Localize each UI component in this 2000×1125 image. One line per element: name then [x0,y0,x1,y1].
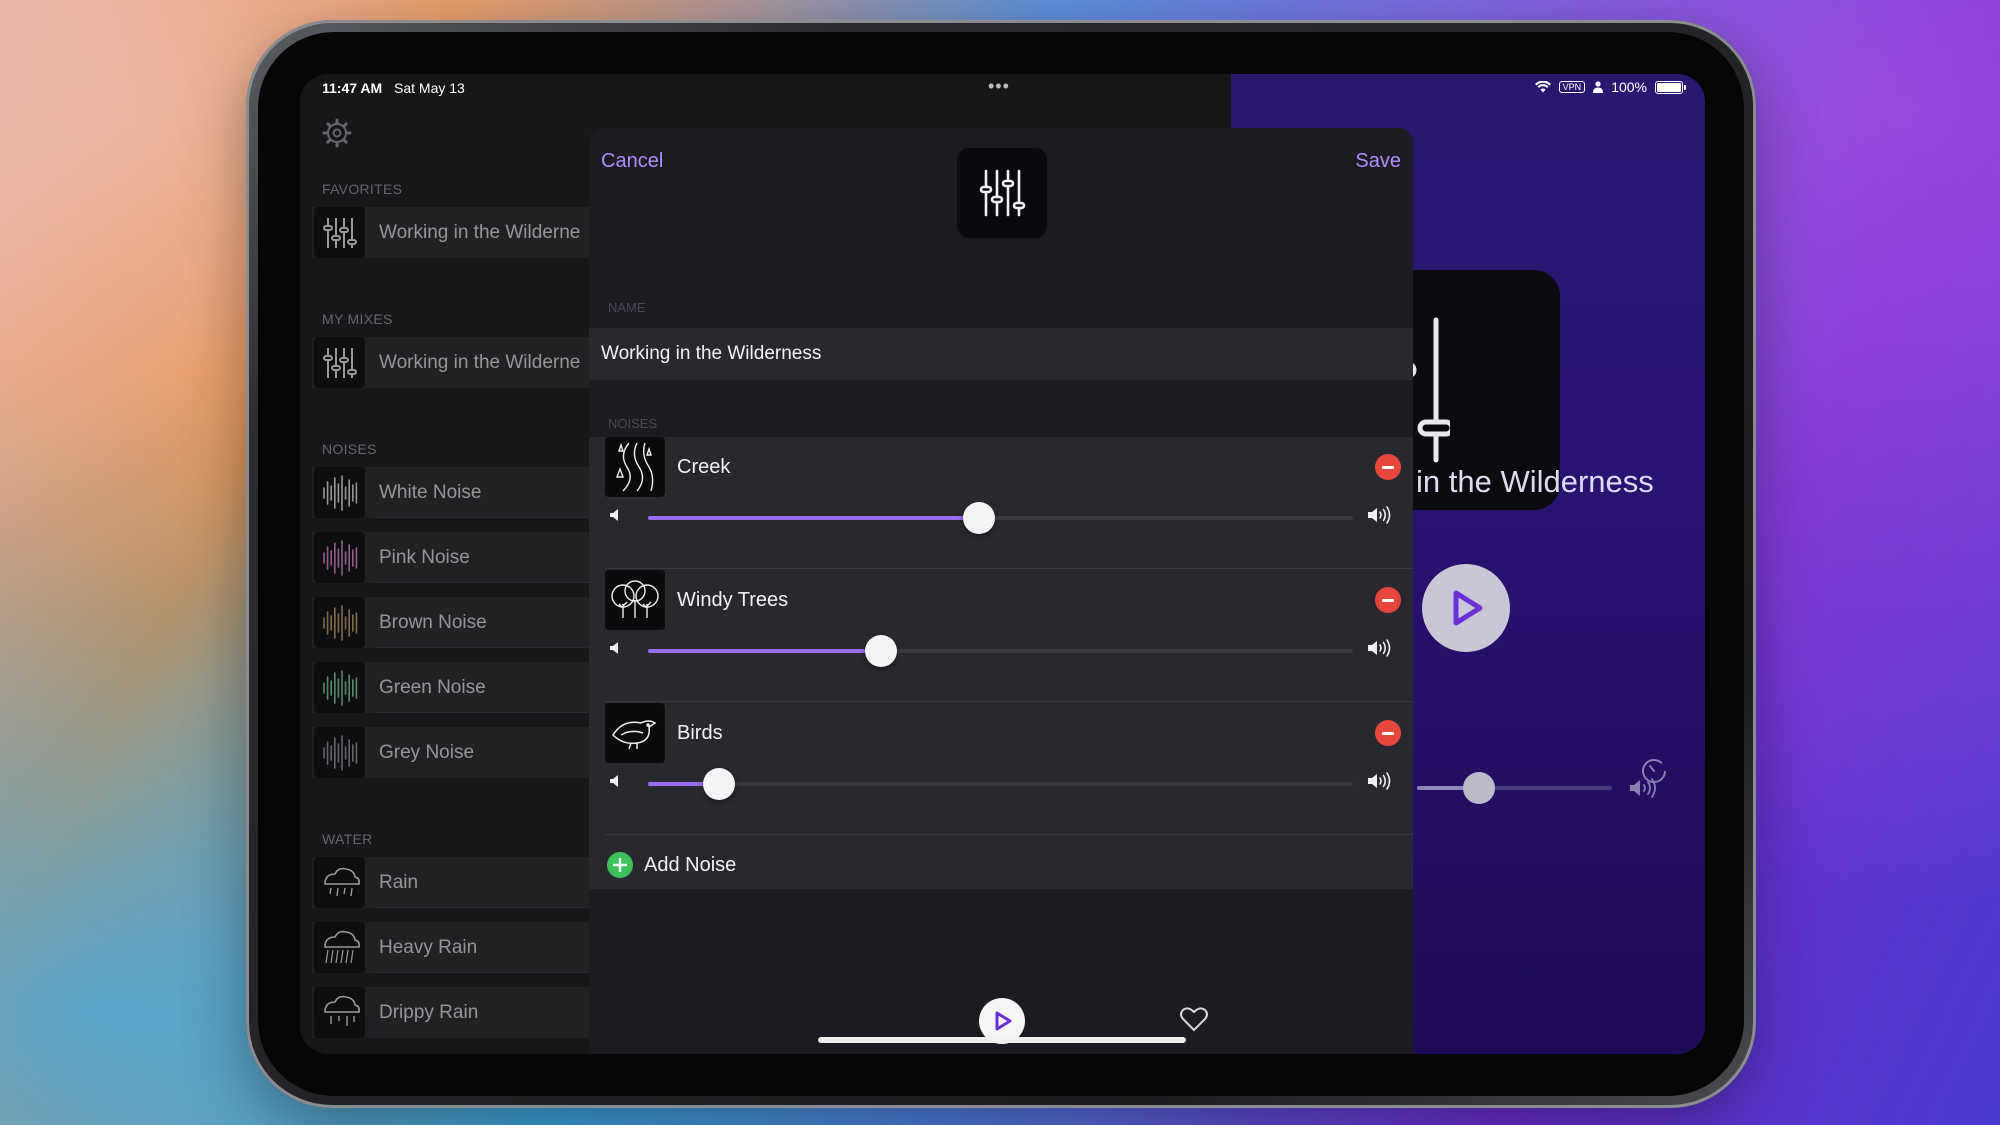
drippy-rain-cloud-icon [314,987,365,1038]
name-field-row [589,328,1413,380]
edit-mix-sheet: Cancel Save NAME NOISES [589,128,1413,1054]
status-bar: 11:47 AM Sat May 13 ••• VPN 100% [300,74,1705,104]
name-section-label: NAME [608,300,646,315]
noises-group: Creek Windy Trees Birds [589,437,1413,889]
waveform-icon [314,532,365,583]
multitasking-dots-icon[interactable]: ••• [988,76,1010,97]
noise-row-windy-trees: Windy Trees [589,570,1413,630]
rain-cloud-icon [314,857,365,908]
volume-low-icon [610,642,618,654]
section-header-water: WATER [322,831,373,847]
now-playing-title: in the Wilderness [1416,464,1654,499]
mixer-icon [314,207,365,258]
cancel-button[interactable]: Cancel [601,150,663,173]
volume-slider-birds[interactable] [589,763,1413,803]
noise-name: Windy Trees [677,588,789,611]
add-noise-button[interactable]: Add Noise [589,841,1413,889]
remove-noise-button[interactable] [1375,587,1401,613]
list-item-label: White Noise [379,481,482,503]
save-button[interactable]: Save [1355,150,1401,173]
status-indicators: VPN 100% [1534,79,1686,95]
list-item-label: Pink Noise [379,546,470,568]
plus-icon [607,852,633,878]
noise-name: Birds [677,721,723,744]
list-item-label: Drippy Rain [379,1001,479,1023]
waveform-icon [314,467,365,518]
waveform-icon [314,727,365,778]
volume-low-icon [610,509,618,521]
noise-name: Creek [677,455,731,478]
heavy-rain-cloud-icon [314,922,365,973]
battery-percent: 100% [1611,79,1647,95]
section-header-noises: NOISES [322,441,377,457]
creek-icon [605,437,665,497]
mixer-icon [979,169,1026,217]
list-item-label: Working in the Wilderne [379,221,581,243]
mix-name-input[interactable] [601,343,1301,365]
bird-icon [605,703,665,763]
waveform-icon [314,662,365,713]
wifi-icon [1534,81,1551,93]
list-item-label: Rain [379,871,419,893]
slider-knob[interactable] [702,768,735,800]
battery-icon [1655,80,1686,94]
volume-slider-windy-trees[interactable] [589,630,1413,670]
app-screen: 11:47 AM Sat May 13 ••• VPN 100% FAVORIT… [300,74,1705,1054]
home-indicator[interactable] [818,1037,1186,1043]
gear-icon[interactable] [322,118,352,148]
waveform-icon [314,597,365,648]
slider-fill [648,649,881,653]
noise-row-creek: Creek [589,437,1413,497]
remove-noise-button[interactable] [1375,454,1401,480]
slider-knob[interactable] [963,502,996,534]
status-time: 11:47 AM [322,80,383,96]
add-noise-label: Add Noise [644,853,737,876]
now-playing-play-button[interactable] [1422,564,1510,652]
slider-fill [648,516,980,520]
status-date: Sat May 13 [394,80,465,96]
list-item-label: Grey Noise [379,741,475,763]
favorite-heart-icon[interactable] [1180,1006,1208,1032]
slider-knob[interactable] [864,635,897,667]
remove-noise-button[interactable] [1375,720,1401,746]
slider-track [648,782,1353,786]
volume-high-icon [1630,778,1656,798]
play-icon [1453,590,1483,626]
volume-high-icon [1368,506,1391,524]
mixer-icon [314,337,365,388]
noise-row-birds: Birds [589,703,1413,763]
volume-slider-creek[interactable] [589,497,1413,537]
play-icon [995,1011,1012,1031]
list-item-label: Brown Noise [379,611,487,633]
section-header-favorites: FAVORITES [322,181,403,197]
list-item-label: Working in the Wilderne [379,351,581,373]
section-header-my-mixes: MY MIXES [322,311,393,327]
list-item-label: Heavy Rain [379,936,478,958]
mix-icon-picker[interactable] [957,148,1047,238]
list-item-label: Green Noise [379,676,486,698]
volume-high-icon [1368,639,1391,657]
volume-low-icon [610,775,618,787]
noises-section-label: NOISES [608,416,658,431]
vpn-badge: VPN [1558,81,1586,93]
trees-icon [605,570,665,630]
volume-high-icon [1368,772,1391,790]
person-icon [1593,81,1604,93]
